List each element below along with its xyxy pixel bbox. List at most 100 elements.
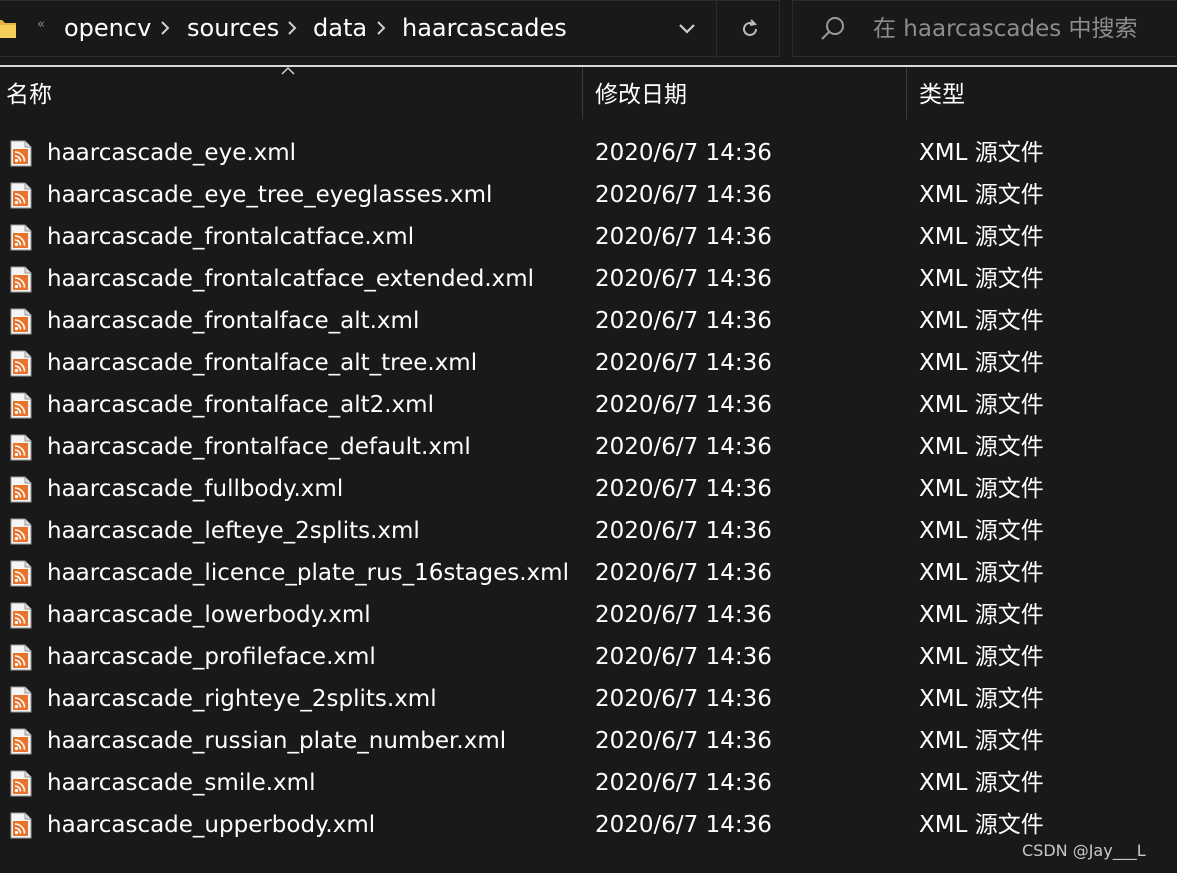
file-type: XML 源文件: [919, 518, 1044, 544]
search-box[interactable]: [792, 0, 1177, 57]
chevron-right-icon[interactable]: [158, 19, 172, 37]
file-date-modified: 2020/6/7 14:36: [595, 686, 772, 712]
refresh-button[interactable]: [716, 1, 779, 58]
file-type: XML 源文件: [919, 812, 1044, 838]
file-name: haarcascade_russian_plate_number.xml: [47, 728, 507, 754]
file-name: haarcascade_frontalface_default.xml: [47, 434, 471, 460]
file-name: haarcascade_smile.xml: [47, 770, 316, 796]
file-type: XML 源文件: [919, 182, 1044, 208]
chevron-down-icon: [679, 24, 695, 34]
xml-file-icon: [10, 644, 32, 671]
xml-file-icon: [10, 182, 32, 209]
file-row[interactable]: haarcascade_fullbody.xml 2020/6/7 14:36 XM…: [0, 468, 1177, 510]
xml-file-icon: [10, 434, 32, 461]
xml-file-icon: [10, 728, 32, 755]
column-divider[interactable]: [906, 67, 907, 119]
file-name: haarcascade_frontalcatface.xml: [47, 224, 415, 250]
file-name: haarcascade_eye.xml: [47, 140, 297, 166]
file-date-modified: 2020/6/7 14:36: [595, 266, 772, 292]
file-name: haarcascade_licence_plate_rus_16stages.x…: [47, 560, 569, 586]
breadcrumb-haarcascades[interactable]: haarcascades: [402, 14, 567, 42]
file-row[interactable]: haarcascade_smile.xml 2020/6/7 14:36 XML 源…: [0, 762, 1177, 804]
file-row[interactable]: haarcascade_frontalface_default.xml 2020/…: [0, 426, 1177, 468]
file-type: XML 源文件: [919, 140, 1044, 166]
file-row[interactable]: haarcascade_frontalcatface.xml 2020/6/7 1…: [0, 216, 1177, 258]
file-date-modified: 2020/6/7 14:36: [595, 728, 772, 754]
file-row[interactable]: haarcascade_righteye_2splits.xml 2020/6/7…: [0, 678, 1177, 720]
file-row[interactable]: haarcascade_russian_plate_number.xml 2020…: [0, 720, 1177, 762]
file-date-modified: 2020/6/7 14:36: [595, 602, 772, 628]
file-name: haarcascade_lowerbody.xml: [47, 602, 371, 628]
file-type: XML 源文件: [919, 350, 1044, 376]
search-icon: [821, 17, 844, 40]
column-divider[interactable]: [582, 67, 583, 119]
file-type: XML 源文件: [919, 686, 1044, 712]
address-dropdown-button[interactable]: [665, 1, 715, 58]
file-row[interactable]: haarcascade_frontalface_alt.xml 2020/6/7 …: [0, 300, 1177, 342]
file-name: haarcascade_upperbody.xml: [47, 812, 376, 838]
file-row[interactable]: haarcascade_upperbody.xml 2020/6/7 14:36 X…: [0, 804, 1177, 846]
file-name: haarcascade_frontalface_alt.xml: [47, 308, 420, 334]
file-row[interactable]: haarcascade_eye.xml 2020/6/7 14:36 XML 源文件: [0, 132, 1177, 174]
file-type: XML 源文件: [919, 560, 1044, 586]
file-date-modified: 2020/6/7 14:36: [595, 140, 772, 166]
xml-file-icon: [10, 560, 32, 587]
file-row[interactable]: haarcascade_frontalface_alt_tree.xml 2020…: [0, 342, 1177, 384]
file-type: XML 源文件: [919, 434, 1044, 460]
file-name: haarcascade_frontalface_alt2.xml: [47, 392, 434, 418]
xml-file-icon: [10, 350, 32, 377]
xml-file-icon: [10, 266, 32, 293]
address-bar[interactable]: « opencv sources data haarcascades: [0, 0, 780, 58]
file-date-modified: 2020/6/7 14:36: [595, 308, 772, 334]
file-row[interactable]: haarcascade_frontalface_alt2.xml 2020/6/7…: [0, 384, 1177, 426]
xml-file-icon: [10, 770, 32, 797]
file-type: XML 源文件: [919, 770, 1044, 796]
breadcrumb-sources[interactable]: sources: [187, 14, 279, 42]
file-type: XML 源文件: [919, 644, 1044, 670]
file-row[interactable]: haarcascade_eye_tree_eyeglasses.xml 2020/…: [0, 174, 1177, 216]
xml-file-icon: [10, 518, 32, 545]
file-date-modified: 2020/6/7 14:36: [595, 644, 772, 670]
xml-file-icon: [10, 392, 32, 419]
file-date-modified: 2020/6/7 14:36: [595, 812, 772, 838]
file-date-modified: 2020/6/7 14:36: [595, 350, 772, 376]
file-name: haarcascade_frontalface_alt_tree.xml: [47, 350, 478, 376]
file-type: XML 源文件: [919, 476, 1044, 502]
file-type: XML 源文件: [919, 224, 1044, 250]
xml-file-icon: [10, 476, 32, 503]
xml-file-icon: [10, 812, 32, 839]
file-row[interactable]: haarcascade_frontalcatface_extended.xml 2…: [0, 258, 1177, 300]
file-date-modified: 2020/6/7 14:36: [595, 476, 772, 502]
file-name: haarcascade_profileface.xml: [47, 644, 376, 670]
file-date-modified: 2020/6/7 14:36: [595, 770, 772, 796]
xml-file-icon: [10, 140, 32, 167]
xml-file-icon: [10, 686, 32, 713]
breadcrumb-data[interactable]: data: [313, 14, 367, 42]
file-row[interactable]: haarcascade_lowerbody.xml 2020/6/7 14:36 X…: [0, 594, 1177, 636]
column-header-date-modified[interactable]: 修改日期: [595, 67, 905, 119]
file-type: XML 源文件: [919, 308, 1044, 334]
folder-icon: [0, 20, 16, 38]
xml-file-icon: [10, 308, 32, 335]
file-date-modified: 2020/6/7 14:36: [595, 518, 772, 544]
file-row[interactable]: haarcascade_licence_plate_rus_16stages.x…: [0, 552, 1177, 594]
watermark: CSDN @Jay___L: [1022, 841, 1146, 860]
chevron-right-icon[interactable]: [374, 19, 388, 37]
explorer-toolbar: « opencv sources data haarcascades: [0, 0, 1177, 58]
file-row[interactable]: haarcascade_profileface.xml 2020/6/7 14:3…: [0, 636, 1177, 678]
breadcrumb-opencv[interactable]: opencv: [64, 14, 151, 42]
xml-file-icon: [10, 602, 32, 629]
column-header-name[interactable]: 名称: [6, 67, 582, 119]
chevron-right-icon[interactable]: [285, 19, 299, 37]
file-name: haarcascade_lefteye_2splits.xml: [47, 518, 420, 544]
file-type: XML 源文件: [919, 728, 1044, 754]
file-row[interactable]: haarcascade_lefteye_2splits.xml 2020/6/7 …: [0, 510, 1177, 552]
breadcrumb-overflow-icon[interactable]: «: [37, 17, 45, 32]
refresh-icon: [743, 19, 758, 36]
file-date-modified: 2020/6/7 14:36: [595, 392, 772, 418]
file-name: haarcascade_righteye_2splits.xml: [47, 686, 437, 712]
file-date-modified: 2020/6/7 14:36: [595, 560, 772, 586]
column-header-type[interactable]: 类型: [919, 67, 1169, 119]
search-input[interactable]: [871, 12, 1165, 46]
file-name: haarcascade_frontalcatface_extended.xml: [47, 266, 535, 292]
